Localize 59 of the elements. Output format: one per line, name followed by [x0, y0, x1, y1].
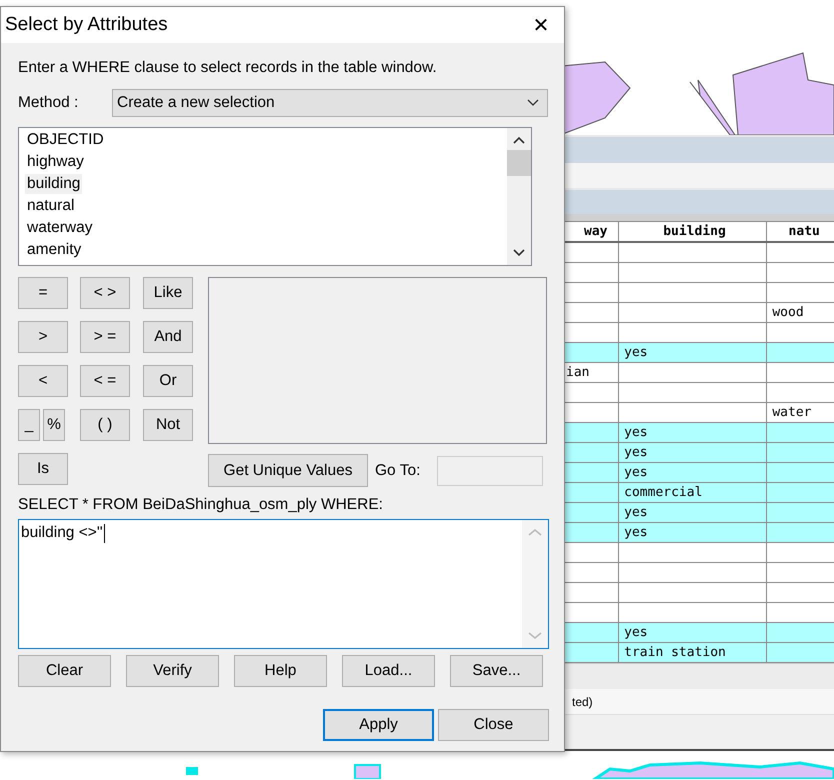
field-list[interactable]: OBJECTID highway building natural waterway amenity — [18, 127, 532, 266]
field-item[interactable]: highway — [25, 152, 86, 172]
operator-button[interactable]: And — [143, 321, 193, 353]
column-header[interactable]: natu — [766, 222, 834, 241]
dialog-button[interactable]: Close — [438, 709, 549, 741]
get-unique-values-button[interactable]: Get Unique Values — [208, 454, 368, 487]
dialog-button[interactable]: Apply — [323, 709, 434, 741]
close-button[interactable]: ✕ — [518, 7, 564, 43]
table-cell: yes — [624, 525, 648, 540]
table-cell: train station — [624, 645, 726, 660]
method-dropdown[interactable]: Create a new selection — [112, 89, 548, 117]
field-item[interactable]: waterway — [25, 218, 94, 238]
table-cell: yes — [624, 445, 648, 460]
operator-button[interactable]: Not — [143, 409, 193, 441]
operator-button[interactable]: > — [18, 321, 68, 353]
operator-button[interactable]: Or — [143, 365, 193, 397]
table-cell: yes — [624, 505, 648, 520]
go-to-field[interactable] — [437, 456, 544, 486]
tool-button[interactable]: Load... — [342, 655, 435, 687]
operator-button[interactable]: _ — [18, 409, 40, 441]
scrollbar-thumb[interactable] — [507, 150, 531, 176]
field-item[interactable]: amenity — [25, 240, 84, 260]
tool-button[interactable]: Verify — [126, 655, 219, 687]
tool-button[interactable]: Save... — [450, 655, 543, 687]
operator-button[interactable]: = — [18, 277, 68, 309]
table-cell: yes — [624, 465, 648, 480]
column-header[interactable]: building — [618, 222, 767, 241]
table-cell: ian — [566, 365, 590, 380]
operator-button[interactable]: % — [43, 409, 65, 441]
operator-button[interactable]: Like — [143, 277, 193, 309]
tool-button[interactable]: Help — [234, 655, 327, 687]
operator-button[interactable]: < > — [80, 277, 130, 309]
window-title: Select by Attributes — [5, 14, 168, 36]
table-cell: water — [772, 405, 812, 420]
table-cell: commercial — [624, 485, 702, 500]
chevron-up-icon[interactable] — [513, 136, 525, 144]
map-polygon — [354, 764, 381, 779]
field-item[interactable]: building — [25, 174, 82, 194]
method-label: Method : — [18, 94, 80, 112]
scrollbar[interactable] — [507, 128, 531, 265]
instruction-text: Enter a WHERE clause to select records in the table window. — [18, 59, 438, 77]
operator-button[interactable]: Is — [18, 453, 68, 485]
operator-button[interactable]: ( ) — [80, 409, 130, 441]
operator-button[interactable]: < — [18, 365, 68, 397]
status-text: ted) — [572, 694, 593, 708]
map-polygon — [186, 767, 198, 775]
operator-button[interactable]: > = — [80, 321, 130, 353]
field-item[interactable]: natural — [25, 196, 76, 216]
operator-button[interactable]: < = — [80, 365, 130, 397]
table-cell: wood — [772, 305, 804, 320]
tool-button[interactable]: Clear — [18, 655, 111, 687]
table-cell: yes — [624, 625, 648, 640]
table-cell: yes — [624, 425, 648, 440]
chevron-down-icon[interactable] — [513, 249, 525, 257]
chevron-down-icon — [527, 99, 539, 107]
sql-label: SELECT * FROM BeiDaShinghua_osm_ply WHERE: — [18, 496, 384, 514]
go-to-label: Go To: — [375, 462, 420, 480]
table-cell: yes — [624, 345, 648, 360]
field-item[interactable]: OBJECTID — [25, 130, 106, 150]
